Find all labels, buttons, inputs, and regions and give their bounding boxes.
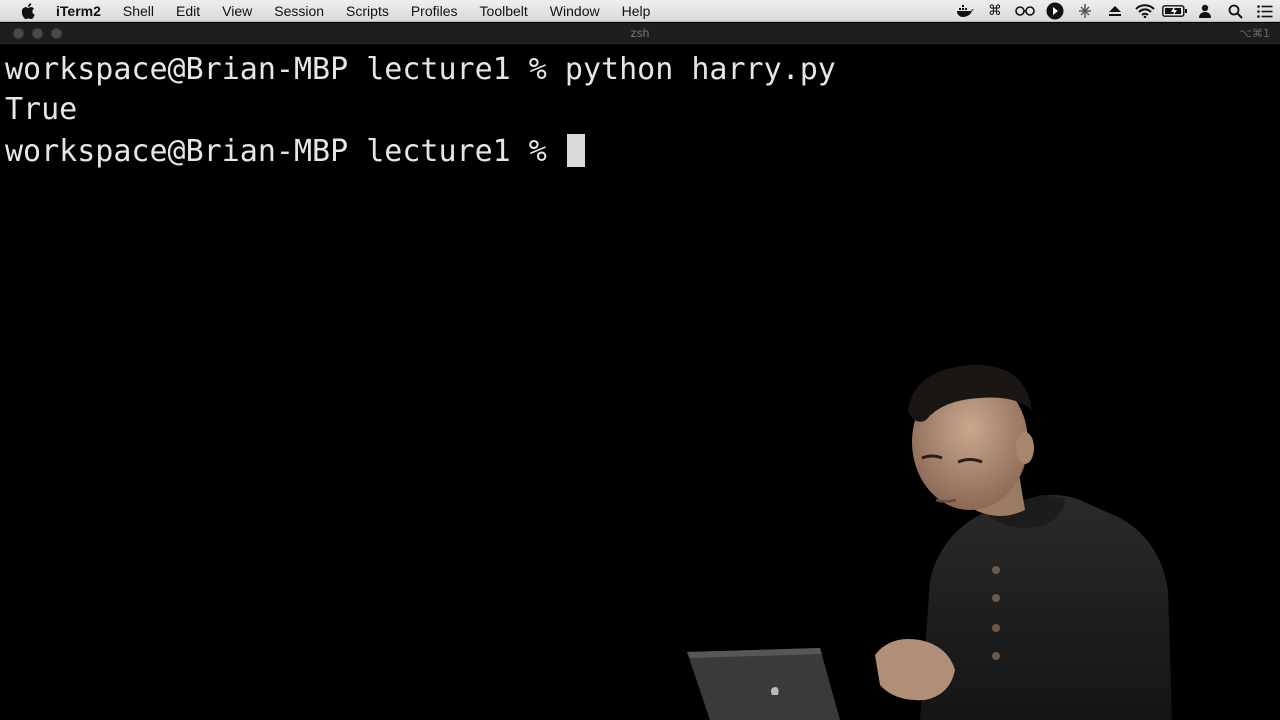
menu-shell[interactable]: Shell (112, 0, 165, 22)
menu-help[interactable]: Help (611, 0, 662, 22)
menu-profiles[interactable]: Profiles (400, 0, 469, 22)
menu-bar: iTerm2 Shell Edit View Session Scripts P… (0, 0, 1280, 22)
shell-prompt: workspace@Brian-MBP lecture1 % (5, 134, 565, 169)
command-output: True (5, 92, 78, 127)
menu-view[interactable]: View (211, 0, 263, 22)
menu-edit[interactable]: Edit (165, 0, 211, 22)
terminal-line: workspace@Brian-MBP lecture1 % (5, 132, 585, 172)
battery-icon[interactable] (1160, 0, 1190, 22)
menu-app-iterm2[interactable]: iTerm2 (50, 0, 112, 22)
menu-toolbelt[interactable]: Toolbelt (469, 0, 539, 22)
window-title: zsh (630, 26, 650, 40)
apple-icon[interactable] (18, 2, 38, 19)
glasses-icon[interactable] (1010, 0, 1040, 22)
menu-window[interactable]: Window (539, 0, 611, 22)
shell-prompt: workspace@Brian-MBP lecture1 % (5, 52, 565, 87)
terminal-area[interactable]: workspace@Brian-MBP lecture1 % python ha… (0, 44, 1280, 720)
eject-icon[interactable] (1100, 0, 1130, 22)
menu-scripts[interactable]: Scripts (335, 0, 400, 22)
list-icon[interactable] (1250, 0, 1280, 22)
menu-session[interactable]: Session (263, 0, 335, 22)
extension-icon[interactable] (1070, 0, 1100, 22)
search-icon[interactable] (1220, 0, 1250, 22)
terminal-line: workspace@Brian-MBP lecture1 % python ha… (5, 50, 836, 90)
user-icon[interactable] (1190, 0, 1220, 22)
window-titlebar[interactable]: zsh ⌥⌘1 (0, 23, 1280, 44)
terminal-output: True (5, 90, 77, 130)
command-icon[interactable]: ⌘ (980, 0, 1010, 22)
text-cursor (566, 134, 585, 167)
shell-command: python harry.py (564, 52, 836, 87)
docker-icon[interactable] (950, 0, 980, 22)
status-area: ⌘ (950, 0, 1280, 22)
wifi-icon[interactable] (1130, 0, 1160, 22)
window-shortcut: ⌥⌘1 (1239, 27, 1270, 40)
play-icon[interactable] (1040, 0, 1070, 22)
